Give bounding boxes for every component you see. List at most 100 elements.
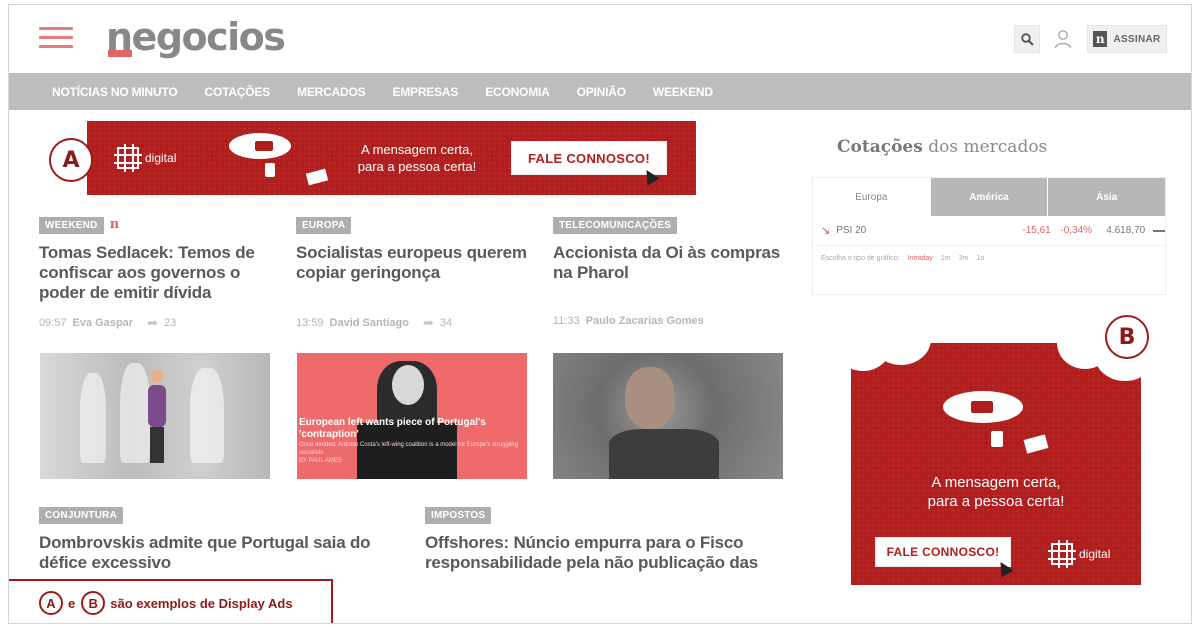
market-index-row[interactable]: ↘ PSI 20 -15,61 -0,34% 4.618,70: [813, 216, 1166, 246]
caption-text: são exemplos de Display Ads: [110, 595, 293, 611]
ad-a-cta-button[interactable]: FALE CONNOSCO!: [511, 141, 667, 175]
article-meta: 13:59 David Santiago ➦ 34: [296, 315, 536, 331]
digital-grid-icon: [1048, 540, 1076, 568]
caption-marker-a: A: [39, 591, 63, 615]
nav-item-opiniao[interactable]: OPINIÃO: [577, 85, 626, 99]
silhouette-shape: [190, 368, 224, 463]
tab-europa[interactable]: Europa: [813, 178, 930, 216]
article-photo-oi[interactable]: [553, 353, 783, 479]
article-headline[interactable]: Tomas Sedlacek: Temos de confiscar aos g…: [39, 243, 279, 303]
silhouette-shape: [80, 373, 106, 463]
article-card[interactable]: IMPOSTOS Offshores: Núncio empurra para …: [425, 505, 765, 573]
article-card[interactable]: CONJUNTURA Dombrovskis admite que Portug…: [39, 505, 379, 573]
markets-title-rest: dos mercados: [922, 137, 1048, 157]
markets-title-bold: Cotações: [837, 137, 923, 157]
index-value: 4.618,70: [1106, 225, 1146, 236]
article-time: 09:57: [39, 317, 67, 329]
subscribe-label: ASSINAR: [1113, 33, 1161, 45]
article-author[interactable]: Eva Gaspar: [73, 317, 134, 329]
ad-a-message: A mensagem certa, para a pessoa certa!: [337, 141, 497, 175]
article-headline[interactable]: Accionista da Oi às compras na Pharol: [553, 243, 793, 283]
chart-option-3m[interactable]: 3m: [959, 255, 969, 262]
nav-item-noticias[interactable]: NOTÍCIAS NO MINUTO: [52, 85, 178, 99]
ad-b-message: A mensagem certa, para a pessoa certa!: [891, 473, 1101, 511]
chart-type-label: Escolha o tipo de gráfico:: [821, 255, 900, 262]
person-figure: [148, 385, 166, 427]
ad-b-message-line1: A mensagem certa,: [931, 474, 1061, 491]
figure-icon: [991, 431, 1003, 447]
article-time: 13:59: [296, 317, 324, 329]
photo-caption-overlay: European left wants piece of Portugal's …: [299, 417, 527, 465]
page-frame: negocios n ASSINAR NOTÍCIAS NO MINUTO CO…: [8, 4, 1192, 624]
ad-b-cta-button[interactable]: FALE CONNOSCO!: [875, 537, 1011, 567]
nav-item-weekend[interactable]: WEEKEND: [653, 85, 713, 99]
ad-a-message-line2: para a pessoa certa!: [357, 159, 477, 174]
digital-grid-icon: [114, 144, 142, 172]
article-tag[interactable]: IMPOSTOS: [425, 507, 492, 524]
index-percent: -0,34%: [1060, 225, 1093, 236]
article-card[interactable]: WEEKEND n Tomas Sedlacek: Temos de confis…: [39, 215, 279, 331]
nav-item-cotacoes[interactable]: COTAÇÕES: [205, 85, 271, 99]
tab-asia[interactable]: Ásia: [1047, 178, 1166, 216]
article-tag[interactable]: TELECOMUNICAÇÕES: [553, 217, 678, 234]
article-headline[interactable]: Dombrovskis admite que Portugal saia do …: [39, 533, 379, 573]
article-photo-sedlacek[interactable]: [40, 353, 270, 479]
article-card[interactable]: TELECOMUNICAÇÕES Accionista da Oi às com…: [553, 215, 793, 327]
chart-option-1m[interactable]: 1m: [941, 255, 951, 262]
logo-accent: [108, 50, 132, 57]
search-icon: [1020, 32, 1034, 46]
nav-item-empresas[interactable]: EMPRESAS: [392, 85, 458, 99]
article-author[interactable]: Paulo Zacarias Gomes: [586, 315, 704, 327]
markets-widget: Europa América Ásia ↘ PSI 20 -15,61 -0,3…: [812, 177, 1166, 295]
blimp-logo-icon: [971, 401, 993, 413]
ad-b-marker: B: [1105, 315, 1149, 359]
person-head: [151, 369, 163, 383]
sparkline-icon: [1153, 229, 1166, 232]
photo-caption-text: Once derided, António Costa's left-wing …: [299, 442, 519, 456]
nav-item-economia[interactable]: ECONOMIA: [485, 85, 550, 99]
user-button[interactable]: [1049, 25, 1077, 53]
display-ads-caption: A e B são exemplos de Display Ads: [9, 579, 333, 623]
silhouette-shape: [120, 363, 150, 463]
markets-tabs: Europa América Ásia: [813, 178, 1166, 216]
article-headline[interactable]: Socialistas europeus querem copiar gerin…: [296, 243, 536, 283]
article-photo-costa[interactable]: European left wants piece of Portugal's …: [297, 353, 527, 479]
photo-caption-byline: BY PAUL AMES: [299, 458, 342, 464]
display-ad-b[interactable]: A mensagem certa, para a pessoa certa! F…: [851, 343, 1141, 585]
nav-item-mercados[interactable]: MERCADOS: [297, 85, 366, 99]
n-badge-icon: n: [1093, 31, 1108, 47]
subscribe-button[interactable]: n ASSINAR: [1087, 25, 1167, 53]
site-header: negocios n ASSINAR: [9, 5, 1191, 73]
article-headline[interactable]: Offshores: Núncio empurra para o Fisco r…: [425, 533, 765, 573]
share-icon[interactable]: ➦: [147, 315, 158, 331]
index-change: -15,61: [1022, 225, 1051, 236]
share-count: 23: [163, 317, 177, 329]
weekend-n-icon: n: [107, 217, 122, 233]
display-ad-a[interactable]: digital A mensagem certa, para a pessoa …: [87, 121, 696, 195]
article-author[interactable]: David Santiago: [330, 317, 409, 329]
site-logo[interactable]: negocios: [106, 15, 286, 59]
search-button[interactable]: [1014, 25, 1040, 53]
article-tag[interactable]: EUROPA: [296, 217, 352, 234]
chart-type-selector: Escolha o tipo de gráfico: Intraday 1m 3…: [813, 255, 1165, 262]
article-tag[interactable]: CONJUNTURA: [39, 507, 123, 524]
tab-america[interactable]: América: [929, 178, 1048, 216]
down-arrow-icon: ↘: [821, 225, 831, 237]
chart-option-1a[interactable]: 1a: [976, 255, 984, 262]
menu-icon[interactable]: [39, 27, 73, 51]
person-legs: [150, 427, 164, 463]
markets-widget-title: Cotações dos mercados: [837, 137, 1047, 157]
digital-brand-text: digital: [1079, 547, 1111, 561]
chart-option-intraday[interactable]: Intraday: [908, 255, 933, 262]
caption-conjunction: e: [68, 595, 76, 611]
share-icon[interactable]: ➦: [423, 315, 434, 331]
digital-logo: digital: [114, 144, 176, 172]
blimp-logo-icon: [255, 141, 273, 151]
portrait-face: [392, 365, 424, 405]
article-card[interactable]: EUROPA Socialistas europeus querem copia…: [296, 215, 536, 331]
article-tag[interactable]: WEEKEND: [39, 217, 104, 234]
figure-icon: [265, 163, 275, 177]
ad-a-marker: A: [49, 138, 93, 182]
article-meta: 09:57 Eva Gaspar ➦ 23: [39, 315, 279, 331]
index-name[interactable]: PSI 20: [836, 225, 1009, 236]
